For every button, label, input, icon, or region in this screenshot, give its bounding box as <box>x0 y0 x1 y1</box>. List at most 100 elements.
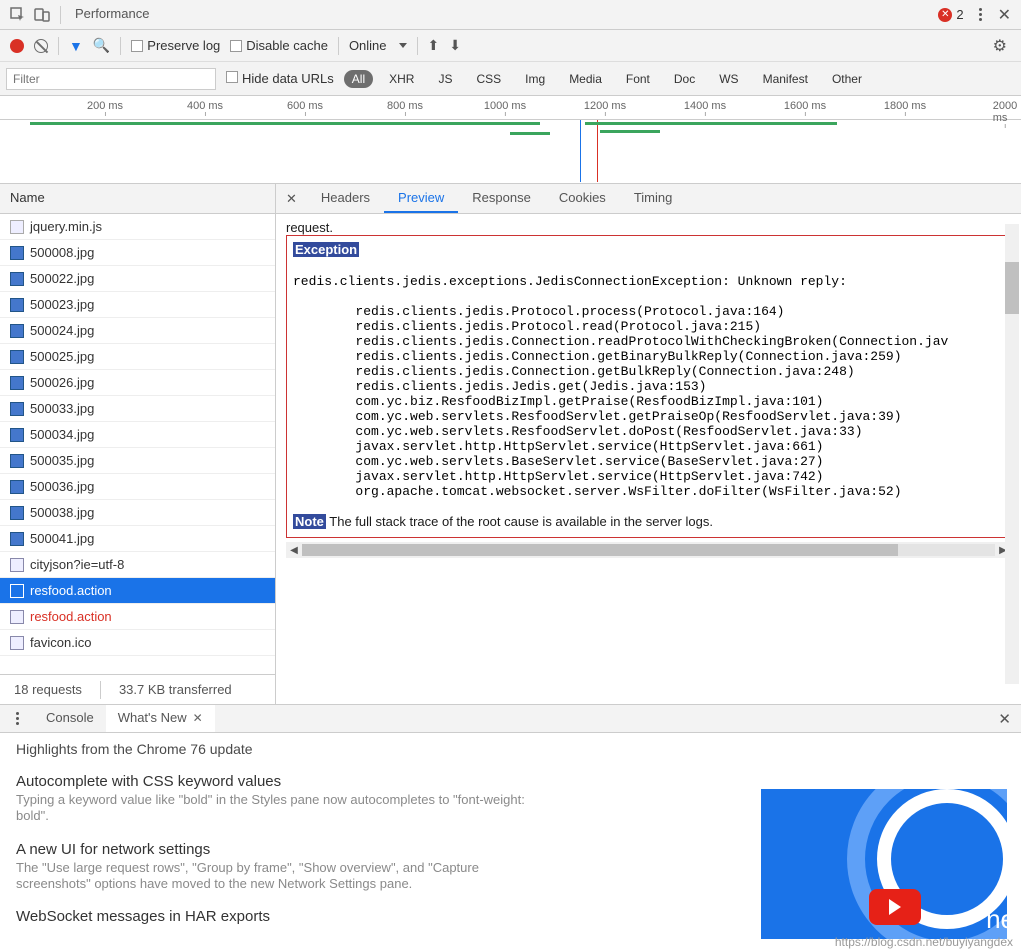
filter-pill-media[interactable]: Media <box>561 70 610 88</box>
filter-pill-ws[interactable]: WS <box>711 70 746 88</box>
filter-pill-other[interactable]: Other <box>824 70 870 88</box>
request-row[interactable]: 500041.jpg <box>0 526 275 552</box>
promo-text: ne <box>986 904 1007 935</box>
close-drawer-icon[interactable]: ✕ <box>998 710 1021 728</box>
time-tick: 1200 ms <box>584 100 626 112</box>
drawer-panel: ConsoleWhat's New✕ ✕ Highlights from the… <box>0 705 1021 951</box>
horizontal-scrollbar[interactable]: ◀ ▶ <box>286 542 1011 558</box>
request-list-panel: Name jquery.min.js 500008.jpg 500022.jpg 50… <box>0 184 276 704</box>
watermark-text: https://blog.csdn.net/buyiyangdex <box>835 935 1013 949</box>
filter-pill-doc[interactable]: Doc <box>666 70 703 88</box>
time-tick: 1600 ms <box>784 100 826 112</box>
whats-new-heading: Highlights from the Chrome 76 update <box>16 741 1005 757</box>
detail-tab-response[interactable]: Response <box>458 184 545 213</box>
throttling-select[interactable]: Online <box>349 38 407 53</box>
divider <box>58 37 59 55</box>
clear-button[interactable] <box>34 39 48 53</box>
detail-tabs: ✕ HeadersPreviewResponseCookiesTiming <box>276 184 1021 214</box>
filter-input[interactable] <box>6 68 216 90</box>
request-name: 500034.jpg <box>30 427 94 442</box>
filter-pill-css[interactable]: CSS <box>468 70 509 88</box>
inspect-element-icon[interactable] <box>10 7 26 23</box>
close-tab-icon[interactable]: ✕ <box>193 711 203 725</box>
request-row[interactable]: 500024.jpg <box>0 318 275 344</box>
scroll-left-icon[interactable]: ◀ <box>286 542 302 558</box>
filter-pill-js[interactable]: JS <box>430 70 460 88</box>
request-row[interactable]: 500025.jpg <box>0 344 275 370</box>
time-tick: 1000 ms <box>484 100 526 112</box>
request-name: 500035.jpg <box>30 453 94 468</box>
drawer-tab-console[interactable]: Console <box>34 705 106 732</box>
file-type-icon <box>10 272 24 286</box>
request-name: resfood.action <box>30 609 112 624</box>
file-type-icon <box>10 636 24 650</box>
hide-data-urls-checkbox[interactable]: Hide data URLs <box>226 71 334 86</box>
search-icon[interactable]: 🔍 <box>93 37 110 54</box>
request-row[interactable]: 500038.jpg <box>0 500 275 526</box>
request-row[interactable]: cityjson?ie=utf-8 <box>0 552 275 578</box>
file-type-icon <box>10 532 24 546</box>
timeline-overview[interactable]: 200 ms400 ms600 ms800 ms1000 ms1200 ms14… <box>0 96 1021 184</box>
settings-gear-icon[interactable]: ⚙ <box>993 36 1011 56</box>
file-type-icon <box>10 298 24 312</box>
request-detail-panel: ✕ HeadersPreviewResponseCookiesTiming re… <box>276 184 1021 704</box>
main-tab-bar: ElementsConsoleSourcesNetworkPerformance… <box>0 0 1021 30</box>
request-row[interactable]: 500026.jpg <box>0 370 275 396</box>
request-column-header[interactable]: Name <box>0 184 275 214</box>
import-har-icon[interactable]: ⬇ <box>449 37 461 54</box>
network-toolbar: ▼ 🔍 Preserve log Disable cache Online ⬆ … <box>0 30 1021 62</box>
more-menu-icon[interactable] <box>974 8 988 21</box>
request-row[interactable]: 500036.jpg <box>0 474 275 500</box>
request-name: 500008.jpg <box>30 245 94 260</box>
request-row[interactable]: 500034.jpg <box>0 422 275 448</box>
file-type-icon <box>10 428 24 442</box>
filter-pill-manifest[interactable]: Manifest <box>755 70 816 88</box>
request-row[interactable]: resfood.action <box>0 604 275 630</box>
transferred-size: 33.7 KB transferred <box>119 682 232 697</box>
request-row[interactable]: 500008.jpg <box>0 240 275 266</box>
request-name: 500025.jpg <box>30 349 94 364</box>
request-row[interactable]: 500022.jpg <box>0 266 275 292</box>
time-tick: 1800 ms <box>884 100 926 112</box>
drawer-menu-icon[interactable] <box>10 712 24 725</box>
drawer-tab-what-s-new[interactable]: What's New✕ <box>106 705 215 732</box>
request-row[interactable]: jquery.min.js <box>0 214 275 240</box>
filter-pill-all[interactable]: All <box>344 70 373 88</box>
error-preview-box: Exception redis.clients.jedis.exceptions… <box>286 235 1011 538</box>
request-row[interactable]: 500035.jpg <box>0 448 275 474</box>
request-row[interactable]: favicon.ico <box>0 630 275 656</box>
close-detail-icon[interactable]: ✕ <box>276 191 307 207</box>
time-tick: 800 ms <box>387 100 423 112</box>
request-row[interactable]: 500023.jpg <box>0 292 275 318</box>
divider <box>120 37 121 55</box>
detail-tab-headers[interactable]: Headers <box>307 184 384 213</box>
filter-pill-font[interactable]: Font <box>618 70 658 88</box>
disable-cache-checkbox[interactable]: Disable cache <box>230 38 328 53</box>
detail-tab-preview[interactable]: Preview <box>384 184 458 213</box>
request-row[interactable]: resfood.action <box>0 578 275 604</box>
file-type-icon <box>10 402 24 416</box>
divider <box>417 37 418 55</box>
filter-pill-xhr[interactable]: XHR <box>381 70 422 88</box>
request-summary: 18 requests 33.7 KB transferred <box>0 674 275 704</box>
request-name: 500041.jpg <box>30 531 94 546</box>
preserve-log-checkbox[interactable]: Preserve log <box>131 38 220 53</box>
chevron-down-icon <box>399 43 407 48</box>
filter-toggle-icon[interactable]: ▼ <box>69 38 83 54</box>
promo-video-thumbnail[interactable]: ne <box>761 789 1007 939</box>
detail-tab-cookies[interactable]: Cookies <box>545 184 620 213</box>
request-row[interactable]: 500033.jpg <box>0 396 275 422</box>
main-tab-performance[interactable]: Performance <box>61 0 163 29</box>
file-type-icon <box>10 610 24 624</box>
export-har-icon[interactable]: ⬆ <box>428 37 440 54</box>
error-count-badge[interactable]: ✕2 <box>938 7 963 22</box>
time-tick: 600 ms <box>287 100 323 112</box>
filter-pill-img[interactable]: Img <box>517 70 553 88</box>
request-name: 500023.jpg <box>30 297 94 312</box>
file-type-icon <box>10 220 24 234</box>
close-devtools-icon[interactable]: ✕ <box>998 5 1011 25</box>
detail-tab-timing[interactable]: Timing <box>620 184 687 213</box>
feature-title: Autocomplete with CSS keyword values <box>16 773 1005 790</box>
record-button[interactable] <box>10 39 24 53</box>
toggle-device-icon[interactable] <box>34 7 50 23</box>
